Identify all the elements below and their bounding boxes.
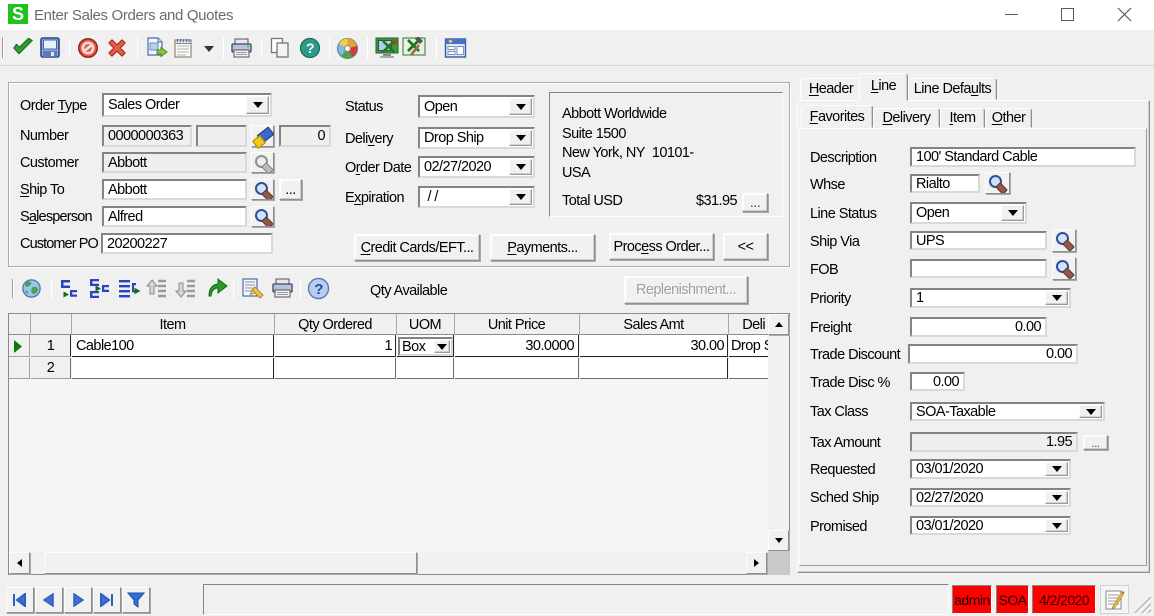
svg-text:?: ? bbox=[306, 40, 314, 56]
svg-text:?: ? bbox=[314, 281, 323, 298]
